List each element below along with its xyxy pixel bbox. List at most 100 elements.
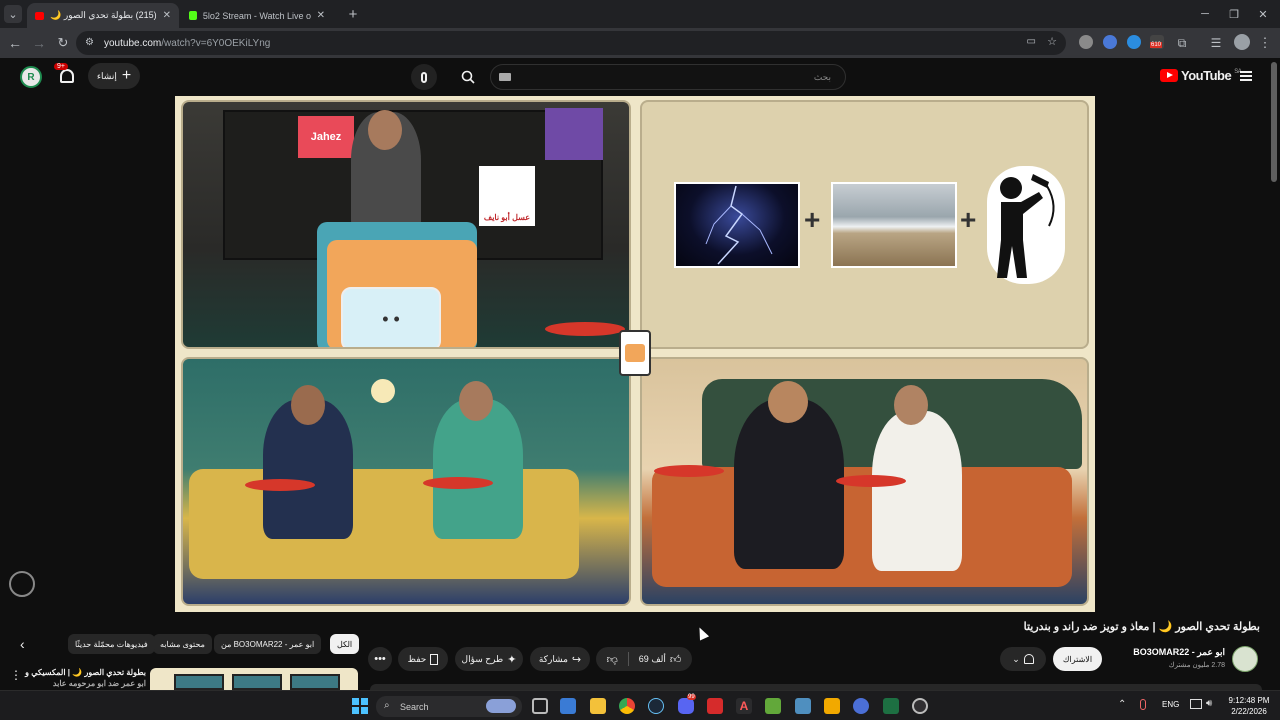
channel-watermark-icon[interactable] xyxy=(9,571,35,597)
tab-kick[interactable]: 5lo2 Stream - Watch Live on Ki ✕ xyxy=(181,3,333,28)
related-video-title[interactable]: بطولة تحدي الصور 🌙 | المكسيكي و ابو عمر … xyxy=(22,667,146,689)
minimize-icon[interactable]: ─ xyxy=(1196,5,1214,23)
voice-search-button[interactable] xyxy=(411,64,437,90)
app-blue-icon[interactable] xyxy=(853,698,869,714)
related-video-more-icon[interactable]: ⋮ xyxy=(10,668,22,682)
youtube-favicon-icon xyxy=(35,11,44,20)
search-input[interactable]: بحث xyxy=(490,64,846,90)
subscriber-count: 2.78 مليون مشترك xyxy=(1168,662,1225,669)
file-explorer-icon[interactable] xyxy=(590,698,606,714)
share-label: مشاركة xyxy=(538,653,568,664)
extension-icon[interactable] xyxy=(1127,35,1141,49)
extension-icon[interactable] xyxy=(1103,35,1117,49)
excel-icon[interactable] xyxy=(883,698,899,714)
save-button[interactable]: حفظ xyxy=(398,647,448,671)
chip-recently-uploaded[interactable]: فيديوهات محمّلة حديثًا xyxy=(68,634,155,654)
tab-label: 5lo2 Stream - Watch Live on Ki xyxy=(202,10,311,21)
steam-icon[interactable] xyxy=(648,698,664,714)
chips-chevron-left-icon[interactable]: ‹ xyxy=(20,636,25,652)
chip-from-channel[interactable]: من BO3OMAR22 - ابو عمر xyxy=(214,634,322,654)
taskbar-clock[interactable]: 9:12:48 PM 2/22/2026 xyxy=(1220,695,1278,717)
start-windows-icon[interactable] xyxy=(352,698,368,714)
keyboard-icon[interactable] xyxy=(499,73,511,81)
subscribe-button[interactable]: الاشتراك xyxy=(1053,647,1102,671)
extension-icon[interactable] xyxy=(1079,35,1093,49)
more-horizontal-icon: ••• xyxy=(374,653,386,665)
guide-menu-icon[interactable] xyxy=(1240,71,1252,81)
forward-icon[interactable]: → xyxy=(30,34,48,52)
reload-icon[interactable]: ↻ xyxy=(54,34,72,52)
microphone-icon xyxy=(421,71,427,83)
search-icon xyxy=(461,70,475,84)
site-info-icon[interactable]: ⚙ xyxy=(85,37,94,48)
back-icon[interactable]: ← xyxy=(6,34,24,52)
tab-close-icon[interactable]: ✕ xyxy=(163,10,171,21)
account-avatar[interactable]: R xyxy=(20,66,42,88)
kick-favicon-icon xyxy=(189,11,197,20)
rockstar-icon[interactable] xyxy=(824,698,840,714)
youtube-header: R 9+ إنشاء + بحث YouTube SA xyxy=(0,58,1280,96)
tab-youtube[interactable]: (215) بطولة تحدي الصور 🌙 | مع ✕ xyxy=(27,3,179,28)
like-icon[interactable]: 👍︎ xyxy=(670,653,682,666)
page-scrollbar[interactable] xyxy=(1271,62,1277,182)
bookmark-star-icon[interactable]: ☆ xyxy=(1047,35,1057,48)
create-button[interactable]: إنشاء + xyxy=(88,63,140,89)
restore-icon[interactable]: ❐ xyxy=(1225,5,1243,23)
notification-bell-button[interactable]: ⌄ xyxy=(1000,647,1046,671)
dislike-icon[interactable]: 👎︎ xyxy=(607,653,618,666)
chrome-icon[interactable] xyxy=(619,698,635,714)
more-actions-button[interactable]: ••• xyxy=(368,647,392,671)
tab-search-button[interactable]: ⌄ xyxy=(4,5,22,23)
extension-badge-icon[interactable]: 610 xyxy=(1150,35,1164,49)
close-window-icon[interactable]: ✕ xyxy=(1254,5,1272,23)
url-path: /watch?v=6Y0OEKiLYng xyxy=(161,37,271,49)
tab-label: (215) بطولة تحدي الصور 🌙 | مع xyxy=(50,10,157,20)
wolf-app-icon[interactable] xyxy=(795,698,811,714)
video-player[interactable]: Jahez عسل أبو نايف • • + + xyxy=(175,96,1095,612)
taskbar-search-label: Search xyxy=(400,701,429,712)
mouse-cursor xyxy=(694,625,710,641)
app-a-icon[interactable]: A xyxy=(736,698,752,714)
related-video-thumbnail[interactable] xyxy=(150,668,358,690)
profile-avatar[interactable] xyxy=(1234,34,1250,50)
podium-face: • • xyxy=(341,287,441,347)
task-view-icon[interactable] xyxy=(532,698,548,714)
youtube-logo[interactable]: YouTube SA xyxy=(1160,68,1242,83)
share-button[interactable]: مشاركة ↪ xyxy=(530,647,590,671)
language-indicator[interactable]: ENG xyxy=(1162,700,1179,709)
chip-related[interactable]: محتوى مشابه xyxy=(153,634,212,654)
new-tab-button[interactable]: + xyxy=(344,5,362,23)
network-icon[interactable] xyxy=(1190,699,1202,709)
minecraft-icon[interactable] xyxy=(765,698,781,714)
plus-icon: + xyxy=(960,204,977,235)
search-button[interactable] xyxy=(452,64,484,90)
obs-icon[interactable] xyxy=(912,698,928,714)
browser-menu-icon[interactable]: ⋮ xyxy=(1258,35,1272,51)
tray-chevron-up-icon[interactable]: ⌃ xyxy=(1118,699,1126,710)
reading-list-icon[interactable]: ☰ xyxy=(1208,35,1224,51)
tray-mic-icon[interactable] xyxy=(1140,699,1146,710)
channel-avatar[interactable] xyxy=(1232,646,1258,672)
extensions-puzzle-icon[interactable]: ⧉ xyxy=(1174,35,1190,51)
browser-toolbar: ← → ↻ ⚙ youtube.com/watch?v=6Y0OEKiLYng … xyxy=(0,28,1280,58)
chip-all[interactable]: الكل xyxy=(330,634,360,654)
app-red-icon[interactable] xyxy=(707,698,723,714)
like-count[interactable]: 69 ألف xyxy=(639,654,666,665)
channel-info[interactable]: ابو عمر - BO3OMAR22 2.78 مليون مشترك xyxy=(1110,647,1225,673)
cast-icon[interactable]: ▭ xyxy=(1027,36,1036,47)
contestant-left-head xyxy=(291,385,325,425)
clock-date: 2/22/2026 xyxy=(1231,707,1267,716)
taskbar-search[interactable]: ⌕ Search xyxy=(376,696,522,717)
address-bar[interactable]: ⚙ youtube.com/watch?v=6Y0OEKiLYng ▭ ☆ xyxy=(76,31,1066,55)
related-title-line: ابو عمر ضد ابو مرحومه عابد xyxy=(52,679,146,688)
red-table xyxy=(836,475,906,487)
channel-name[interactable]: ابو عمر - BO3OMAR22 xyxy=(1110,647,1225,658)
discord-icon[interactable]: 99 xyxy=(678,694,696,714)
volume-icon[interactable]: 🔊︎ xyxy=(1206,698,1212,709)
contestant-black xyxy=(734,399,844,569)
person-pushing-icon xyxy=(987,166,1065,284)
tab-close-icon[interactable]: ✕ xyxy=(317,10,325,21)
store-icon[interactable] xyxy=(560,698,576,714)
ask-button[interactable]: طرح سؤال ✦ xyxy=(455,647,523,671)
notifications-button[interactable]: 9+ xyxy=(54,63,78,87)
